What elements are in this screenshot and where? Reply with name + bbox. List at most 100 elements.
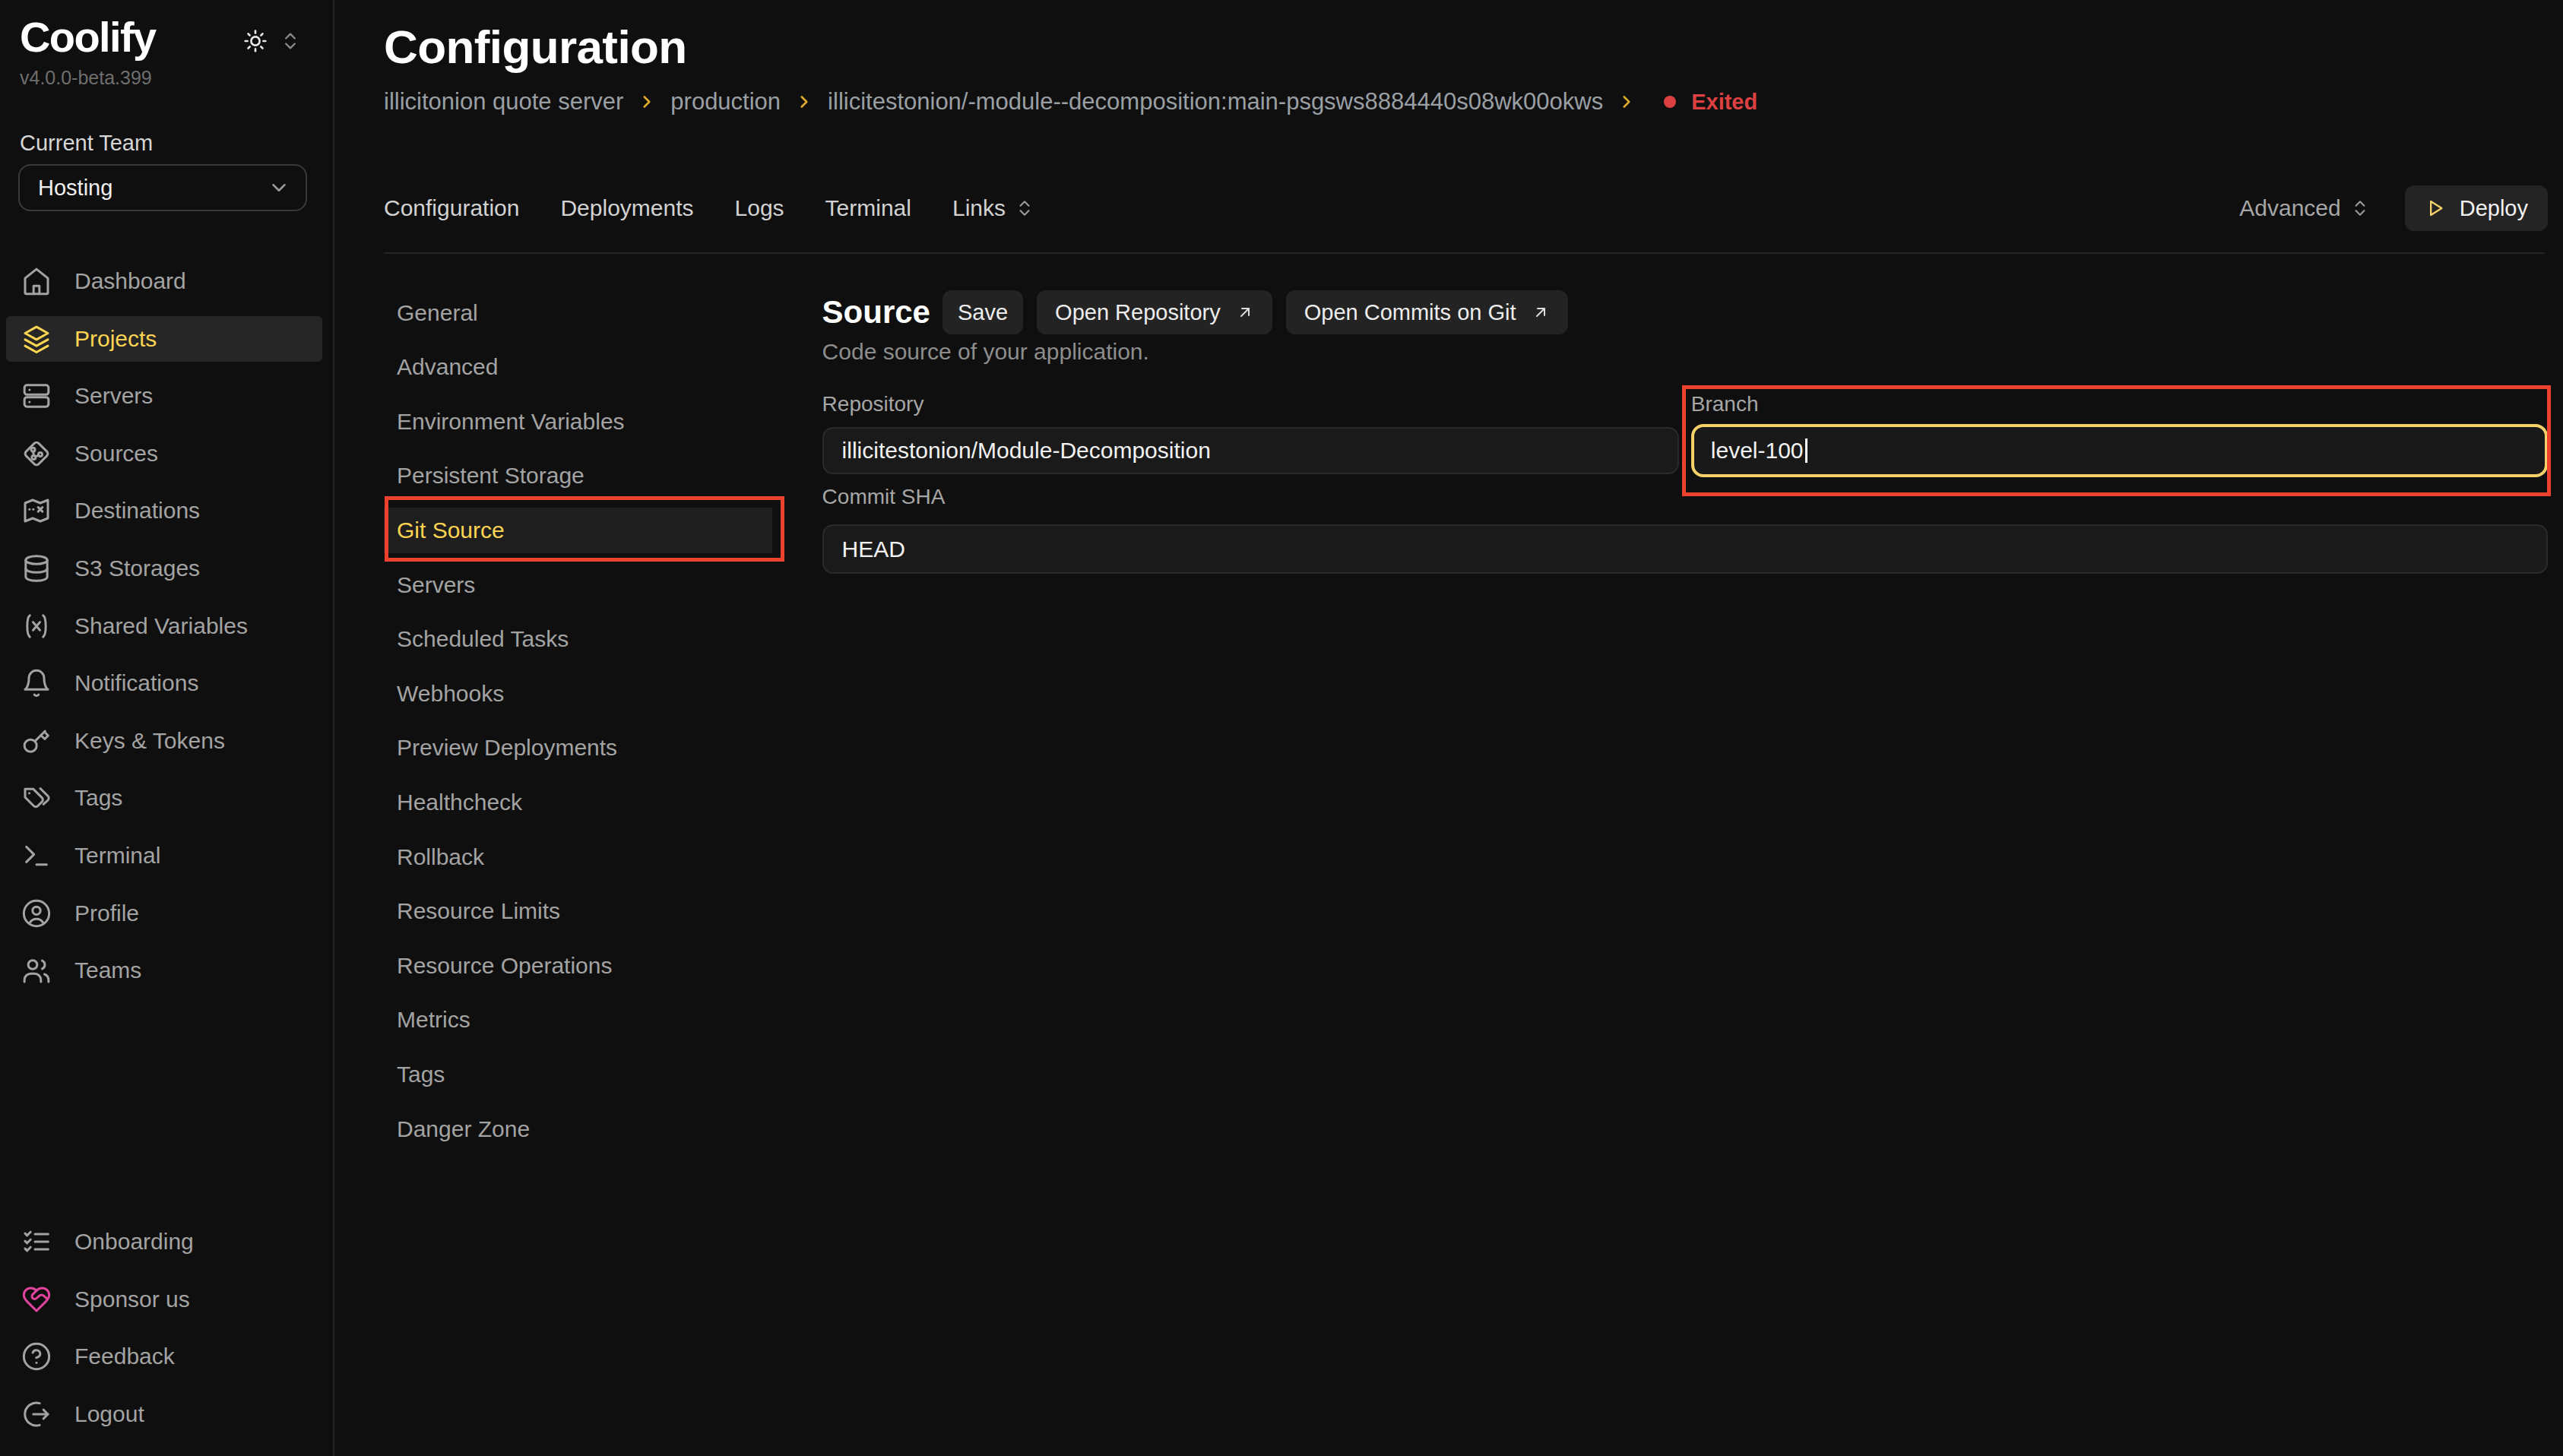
repository-label: Repository bbox=[822, 392, 924, 416]
tab-deployments[interactable]: Deployments bbox=[560, 195, 693, 221]
branch-annotation-box bbox=[1682, 385, 2551, 496]
sun-icon[interactable] bbox=[243, 29, 268, 53]
breadcrumb-item[interactable]: illicitestonion/-module--decomposition:m… bbox=[828, 88, 1603, 116]
sidebar-nav-item[interactable]: Keys & Tokens bbox=[6, 718, 322, 764]
settings-nav-item[interactable]: Environment Variables bbox=[384, 399, 772, 445]
open-commits-button[interactable]: Open Commits on Git bbox=[1286, 290, 1568, 334]
tabs-divider bbox=[384, 252, 2545, 254]
settings-nav-item[interactable]: Resource Operations bbox=[384, 943, 772, 989]
server-icon bbox=[21, 381, 52, 411]
app-logo: Coolify bbox=[20, 12, 156, 62]
sidebar-nav-item[interactable]: Terminal bbox=[6, 833, 322, 878]
tabs-row: Configuration Deployments Logs Terminal Link… bbox=[384, 185, 2548, 231]
circle-user-icon bbox=[21, 898, 52, 929]
sidebar-nav: Dashboard Projects Servers Sources Desti… bbox=[6, 258, 322, 1005]
tab-terminal[interactable]: Terminal bbox=[825, 195, 911, 221]
chevron-right-icon bbox=[1617, 92, 1636, 112]
chevrons-up-down-icon bbox=[2350, 198, 2370, 218]
source-form: Source Save Open Repository Open Commits… bbox=[822, 290, 2548, 1050]
open-repository-button[interactable]: Open Repository bbox=[1037, 290, 1272, 334]
list-checks-icon bbox=[21, 1227, 52, 1257]
page-title: Configuration bbox=[384, 20, 687, 74]
key-icon bbox=[21, 726, 52, 756]
repository-input[interactable]: illicitestonion/Module-Decomposition bbox=[822, 427, 1679, 474]
deploy-button[interactable]: Deploy bbox=[2405, 185, 2548, 231]
settings-nav-item[interactable]: Metrics bbox=[384, 997, 772, 1043]
coolify-app: Coolify v4.0.0-beta.399 Current Team Hos… bbox=[0, 0, 2563, 1456]
team-select-value: Hosting bbox=[38, 176, 112, 201]
sidebar-nav-item[interactable]: Projects bbox=[6, 316, 322, 362]
tabs-right: Advanced Deploy bbox=[2239, 185, 2548, 231]
sidebar-nav-item[interactable]: Teams bbox=[6, 948, 322, 993]
sidebar-nav-item[interactable]: S3 Storages bbox=[6, 546, 322, 591]
source-heading-row: Source Save Open Repository Open Commits… bbox=[822, 290, 1582, 334]
sidebar-nav-item[interactable]: Profile bbox=[6, 891, 322, 936]
breadcrumb-item[interactable]: production bbox=[670, 88, 781, 116]
map-x-icon bbox=[21, 495, 52, 526]
advanced-label: Advanced bbox=[2239, 195, 2340, 221]
sidebar-nav-item[interactable]: Servers bbox=[6, 373, 322, 419]
settings-nav-item[interactable]: Scheduled Tasks bbox=[384, 616, 772, 662]
settings-nav-items: General Advanced Environment Variables P… bbox=[384, 290, 822, 1152]
sidebar-footer-item[interactable]: Sponsor us bbox=[6, 1277, 322, 1322]
breadcrumb: illicitonion quote server production illic… bbox=[384, 89, 1757, 115]
settings-nav-item[interactable]: Danger Zone bbox=[384, 1106, 772, 1152]
log-out-icon bbox=[21, 1399, 52, 1429]
sidebar-footer-item[interactable]: Onboarding bbox=[6, 1219, 322, 1265]
sidebar-footer-item[interactable]: Logout bbox=[6, 1391, 322, 1437]
tabs: Configuration Deployments Logs Terminal Link… bbox=[384, 195, 1076, 221]
sidebar-nav-item[interactable]: Dashboard bbox=[6, 258, 322, 304]
sidebar-nav-item[interactable]: Shared Variables bbox=[6, 603, 322, 649]
database-icon bbox=[21, 553, 52, 584]
settings-nav: General Advanced Environment Variables P… bbox=[384, 290, 822, 1161]
settings-nav-item[interactable]: Resource Limits bbox=[384, 888, 772, 934]
settings-nav-item[interactable]: Persistent Storage bbox=[384, 453, 772, 499]
sidebar-nav-item[interactable]: Sources bbox=[6, 431, 322, 476]
commit-sha-input[interactable]: HEAD bbox=[822, 524, 2548, 574]
status-dot-icon bbox=[1664, 96, 1676, 108]
tab-logs[interactable]: Logs bbox=[735, 195, 784, 221]
tab-configuration[interactable]: Configuration bbox=[384, 195, 519, 221]
breadcrumb-items: illicitonion quote server production illic… bbox=[384, 88, 1650, 116]
sidebar-footer-nav: Onboarding Sponsor us Feedback Logout bbox=[6, 1219, 322, 1448]
breadcrumb-item[interactable]: illicitonion quote server bbox=[384, 88, 623, 116]
git-source-annotation-box bbox=[385, 496, 784, 562]
settings-nav-item[interactable]: General bbox=[384, 290, 772, 336]
save-button[interactable]: Save bbox=[943, 290, 1023, 334]
sidebar-nav-item[interactable]: Notifications bbox=[6, 660, 322, 706]
sidebar-nav-item[interactable]: Tags bbox=[6, 775, 322, 821]
settings-nav-item[interactable]: Tags bbox=[384, 1052, 772, 1097]
settings-nav-item[interactable]: Rollback bbox=[384, 834, 772, 880]
chevron-right-icon bbox=[794, 92, 814, 112]
chevrons-up-down-icon bbox=[1015, 198, 1034, 218]
sidebar-nav-item[interactable]: Destinations bbox=[6, 488, 322, 533]
home-icon bbox=[21, 266, 52, 296]
bell-icon bbox=[21, 668, 52, 698]
settings-nav-item[interactable]: Preview Deployments bbox=[384, 725, 772, 771]
main-content: Configuration illicitonion quote server p… bbox=[334, 0, 2563, 1456]
commit-sha-label: Commit SHA bbox=[822, 485, 946, 509]
current-team-label: Current Team bbox=[20, 131, 153, 156]
chevron-down-icon bbox=[268, 176, 290, 199]
source-description: Code source of your application. bbox=[822, 339, 1149, 365]
advanced-dropdown[interactable]: Advanced bbox=[2239, 195, 2369, 221]
chevrons-up-down-icon[interactable] bbox=[280, 30, 301, 52]
settings-nav-item[interactable]: Servers bbox=[384, 562, 772, 608]
status-badge: Exited bbox=[1664, 90, 1757, 115]
settings-nav-item[interactable]: Webhooks bbox=[384, 671, 772, 717]
tags-icon bbox=[21, 783, 52, 813]
layers-icon bbox=[21, 324, 52, 354]
help-circle-icon bbox=[21, 1341, 52, 1372]
braces-x-icon bbox=[21, 611, 52, 641]
status-label: Exited bbox=[1691, 90, 1757, 115]
app-version: v4.0.0-beta.399 bbox=[20, 67, 152, 89]
team-select[interactable]: Hosting bbox=[18, 164, 307, 211]
settings-nav-item[interactable]: Healthcheck bbox=[384, 780, 772, 825]
play-icon bbox=[2425, 198, 2446, 219]
settings-nav-item[interactable]: Advanced bbox=[384, 344, 772, 390]
arrow-up-right-icon bbox=[1532, 303, 1550, 321]
sidebar: Coolify v4.0.0-beta.399 Current Team Hos… bbox=[0, 0, 334, 1456]
sidebar-footer-item[interactable]: Feedback bbox=[6, 1334, 322, 1379]
tab-links[interactable]: Links bbox=[952, 195, 1034, 221]
arrow-up-right-icon bbox=[1236, 303, 1254, 321]
